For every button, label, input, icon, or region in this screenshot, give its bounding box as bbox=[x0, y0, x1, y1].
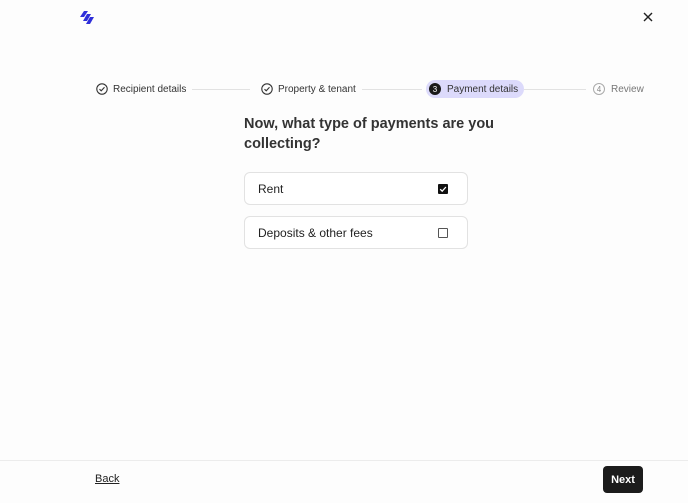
option-label: Deposits & other fees bbox=[258, 225, 373, 240]
step-payment-details[interactable]: 3 Payment details bbox=[426, 80, 525, 98]
close-icon[interactable] bbox=[642, 11, 654, 23]
option-rent[interactable]: Rent bbox=[244, 172, 468, 205]
brand-logo-icon bbox=[80, 11, 94, 24]
step-recipient-details[interactable]: Recipient details bbox=[96, 80, 186, 98]
step-connector bbox=[524, 89, 586, 90]
step-label: Property & tenant bbox=[278, 83, 356, 95]
option-label: Rent bbox=[258, 181, 284, 196]
step-connector bbox=[362, 89, 422, 90]
step-label: Payment details bbox=[447, 83, 519, 95]
option-deposits-fees[interactable]: Deposits & other fees bbox=[244, 216, 468, 249]
step-number-badge: 3 bbox=[429, 83, 441, 95]
step-label: Review bbox=[611, 83, 644, 95]
check-circle-icon bbox=[261, 83, 273, 95]
checkbox-unchecked-icon[interactable] bbox=[438, 227, 448, 238]
back-button[interactable]: Back bbox=[95, 473, 119, 485]
step-property-tenant[interactable]: Property & tenant bbox=[261, 80, 356, 98]
footer-bar: Back Next bbox=[0, 460, 688, 503]
page-question: Now, what type of payments are you colle… bbox=[244, 116, 495, 152]
next-button[interactable]: Next bbox=[603, 466, 643, 493]
check-circle-icon bbox=[96, 83, 108, 95]
step-label: Recipient details bbox=[113, 83, 187, 95]
step-connector bbox=[192, 89, 250, 90]
progress-stepper: Recipient details Property & tenant 3 Pa… bbox=[96, 80, 644, 98]
checkbox-checked-icon[interactable] bbox=[438, 183, 448, 194]
step-number-badge: 4 bbox=[593, 83, 605, 95]
step-review[interactable]: 4 Review bbox=[593, 80, 644, 98]
